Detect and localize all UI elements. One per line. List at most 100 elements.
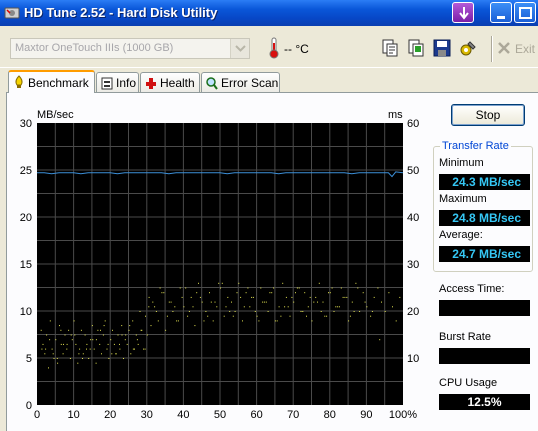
tab-benchmark-label: Benchmark <box>28 76 89 90</box>
access-time-point <box>99 343 101 345</box>
access-time-point <box>136 339 138 341</box>
access-time-point <box>196 292 198 294</box>
tab-benchmark[interactable]: Benchmark <box>8 70 95 93</box>
access-time-point <box>117 334 119 336</box>
access-time-point <box>52 353 54 355</box>
access-time-point <box>295 292 296 294</box>
access-time-point <box>95 339 97 341</box>
access-time-point <box>370 315 372 317</box>
cpu-usage-label: CPU Usage <box>439 377 498 389</box>
access-time-point <box>309 296 311 298</box>
access-time-point <box>338 306 340 308</box>
access-time-point <box>60 343 62 345</box>
access-time-point <box>134 348 135 350</box>
left-tick-label: 5 <box>26 353 32 365</box>
access-time-point <box>238 282 240 284</box>
access-time-point <box>174 306 176 308</box>
access-time-point <box>90 339 92 341</box>
access-time-point <box>168 301 170 303</box>
access-time-point <box>176 320 178 322</box>
access-time-point <box>331 287 333 289</box>
access-time-point <box>49 339 51 341</box>
access-time-point <box>157 320 159 322</box>
access-time-point <box>66 348 68 350</box>
access-time-point <box>315 296 317 298</box>
right-tick-label: 10 <box>407 353 419 365</box>
access-time-point <box>353 311 355 312</box>
access-time-point <box>51 348 53 350</box>
access-time-point <box>220 287 221 289</box>
access-time-point <box>234 311 236 312</box>
access-time-point <box>69 358 71 359</box>
access-time-point <box>155 311 157 312</box>
access-time-point <box>364 301 366 303</box>
x-tick-label: 90 <box>360 409 372 421</box>
access-time-point <box>75 343 77 345</box>
access-time-point <box>82 353 84 355</box>
access-time-point <box>146 334 148 336</box>
access-time-point <box>119 348 121 350</box>
access-time-point <box>203 320 205 322</box>
access-time-point <box>306 315 307 317</box>
access-time-point <box>313 301 315 303</box>
access-time-point <box>210 301 212 303</box>
access-time-point <box>144 348 146 350</box>
access-time-point <box>346 296 348 298</box>
access-time-point <box>214 301 216 303</box>
access-time-point <box>88 358 90 359</box>
access-time-point <box>56 358 58 359</box>
access-time-point <box>97 329 99 331</box>
access-time-point <box>282 282 284 284</box>
left-axis-ticks: 30 25 20 15 10 5 0 <box>20 118 32 412</box>
x-tick-label: 50 <box>214 409 226 421</box>
access-time-point <box>296 287 298 289</box>
access-time-point <box>159 287 161 289</box>
access-time-point <box>381 301 382 303</box>
access-time-point <box>300 311 302 312</box>
access-time-point <box>388 292 390 294</box>
access-time-point <box>236 292 238 294</box>
access-time-point <box>62 353 64 355</box>
left-tick-label: 15 <box>20 259 32 271</box>
access-time-point <box>298 287 300 289</box>
access-time-point <box>355 282 357 284</box>
access-time-point <box>349 315 351 317</box>
access-time-point <box>247 287 249 289</box>
stop-button[interactable]: Stop <box>451 104 525 126</box>
access-time-point <box>49 320 51 322</box>
access-time-point <box>392 306 393 308</box>
access-time-point <box>320 311 322 312</box>
access-time-point <box>395 320 397 322</box>
access-time-point <box>333 311 335 312</box>
access-time-point <box>242 320 243 322</box>
access-time-point <box>129 325 131 327</box>
access-time-point <box>329 292 331 294</box>
access-time-point <box>73 320 75 322</box>
access-time-point <box>53 358 55 359</box>
chart-grid <box>37 123 403 405</box>
access-time-point <box>74 334 76 336</box>
access-time-point <box>45 348 47 350</box>
access-time-point <box>68 329 70 331</box>
access-time-point <box>145 315 146 317</box>
right-tick-label: 50 <box>407 165 419 177</box>
access-time-point <box>302 311 304 312</box>
access-time-point <box>79 348 81 350</box>
access-time-point <box>121 334 123 336</box>
access-time-point <box>66 343 68 345</box>
x-tick-label: 30 <box>141 409 153 421</box>
access-time-point <box>198 282 199 284</box>
x-axis-ticks: 0 10 20 30 40 50 60 70 80 90 100% <box>34 409 417 421</box>
access-time-point <box>183 306 185 308</box>
access-time-point <box>267 311 269 312</box>
access-time-point <box>42 343 44 345</box>
access-time-point <box>40 329 42 331</box>
access-time-point <box>256 315 258 317</box>
access-time-point <box>86 348 87 350</box>
access-time-point <box>139 311 141 312</box>
access-time-point <box>41 348 43 350</box>
access-time-point <box>148 306 150 308</box>
access-time-point <box>209 292 210 294</box>
access-time-point <box>113 343 115 345</box>
access-time-point <box>379 339 381 341</box>
